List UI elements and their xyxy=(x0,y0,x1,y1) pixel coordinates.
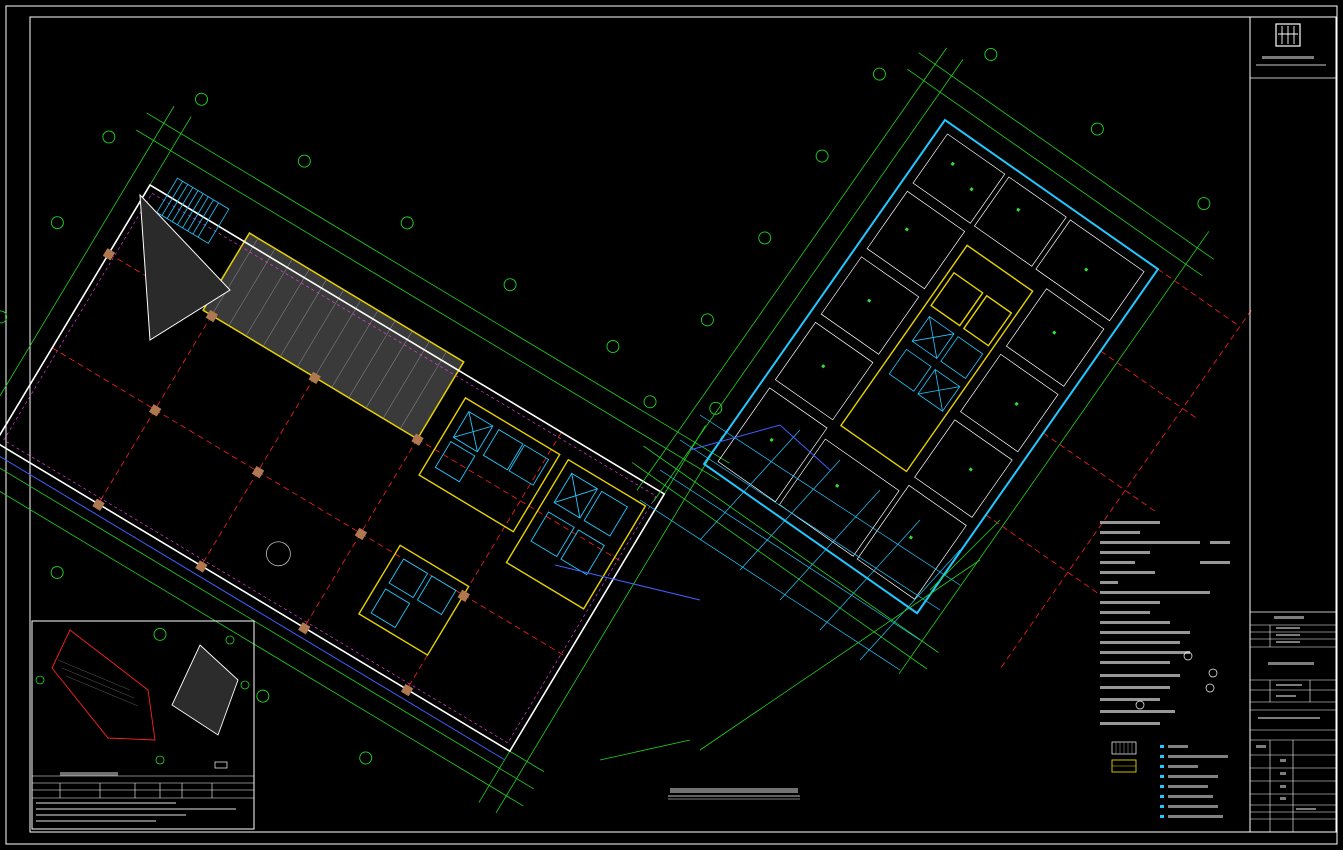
drawing-caption xyxy=(668,788,800,800)
left-building-wing[interactable] xyxy=(0,60,753,845)
main-hall-hatch xyxy=(202,232,465,441)
right-wing-terrace xyxy=(998,309,1252,671)
right-wing-fixtures xyxy=(888,316,984,412)
left-wing-axis-grid xyxy=(0,105,730,814)
key-plan xyxy=(31,620,255,830)
key-plan-right-block xyxy=(171,644,239,736)
key-plan-left-block xyxy=(51,629,156,741)
left-wing-edge-blue xyxy=(0,450,505,761)
cad-drawing-canvas xyxy=(0,0,1338,845)
right-building-wing[interactable] xyxy=(599,0,1322,742)
round-table-2 xyxy=(265,541,291,567)
plaza-site-line xyxy=(554,424,831,601)
plaza-grid xyxy=(639,414,961,671)
left-wing-outline-inner xyxy=(3,192,657,744)
right-wing-column-lines xyxy=(985,268,1241,596)
left-wing-axis-bubbles xyxy=(0,92,723,765)
general-notes xyxy=(1100,521,1230,725)
legend xyxy=(1111,741,1228,818)
left-wing-core xyxy=(357,396,647,657)
title-block xyxy=(1249,17,1336,832)
left-wing-outline xyxy=(0,183,666,753)
